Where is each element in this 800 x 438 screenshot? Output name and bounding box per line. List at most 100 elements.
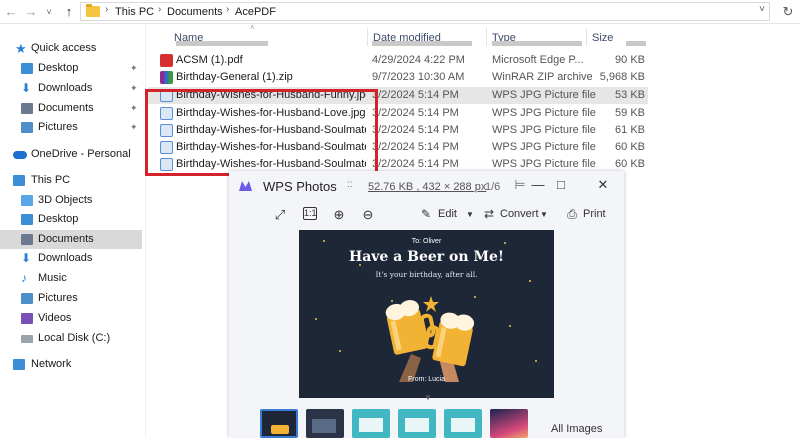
address-dropdown-icon[interactable]: ˅ — [759, 4, 765, 15]
main-photo: To: Oliver Have a Beer on Me! It's your … — [299, 230, 554, 398]
sidebar-item-downloads-pc[interactable]: ⬇ Downloads — [0, 249, 142, 268]
print-button[interactable]: Print — [583, 207, 606, 222]
breadcrumb-this-pc[interactable]: This PC — [115, 5, 154, 19]
file-size: 61 KB — [615, 124, 645, 136]
pin-icon[interactable]: ✦ — [130, 79, 138, 98]
sidebar-item-local-disk[interactable]: Local Disk (C:) — [0, 329, 142, 348]
desktop-icon — [21, 214, 33, 225]
viewer-title: WPS Photos — [263, 179, 337, 194]
sidebar-label: Videos — [38, 312, 72, 324]
thumbnail-6[interactable] — [490, 409, 528, 438]
zoom-in-icon[interactable]: ⊕ — [331, 207, 347, 222]
sidebar-quick-access[interactable]: ★ Quick access — [0, 39, 142, 58]
sidebar-label: Music — [38, 272, 67, 284]
file-date: 4/29/2024 4:22 PM — [372, 54, 465, 66]
cube-icon — [21, 195, 33, 206]
wps-photos-window: WPS Photos :: 52.76 KB , 432 × 288 px 1/… — [229, 171, 624, 438]
sidebar-label: OneDrive - Personal — [31, 148, 131, 160]
network-icon — [13, 359, 25, 370]
sidebar-item-desktop[interactable]: Desktop ✦ — [0, 59, 142, 78]
arrow-left-icon[interactable]: ← — [2, 3, 20, 21]
address-bar[interactable]: › This PC › Documents › AcePDF ˅ — [80, 2, 770, 21]
thumbnail-5[interactable] — [444, 409, 482, 438]
file-row-partial[interactable] — [148, 39, 648, 48]
edit-button[interactable]: Edit — [438, 207, 457, 222]
sidebar-item-3d-objects[interactable]: 3D Objects — [0, 191, 142, 210]
sidebar-item-videos[interactable]: Videos — [0, 309, 142, 328]
file-type: WinRAR ZIP archive — [492, 71, 593, 83]
sidebar-label: Desktop — [38, 62, 79, 74]
sidebar-label: Documents — [38, 233, 94, 245]
breadcrumb-acepdf[interactable]: AcePDF — [235, 5, 276, 19]
sidebar-item-desktop-pc[interactable]: Desktop — [0, 210, 142, 229]
file-row[interactable]: Birthday-General (1).zip 9/7/2023 10:30 … — [148, 69, 648, 86]
sidebar-item-network[interactable]: Network — [0, 355, 142, 374]
card-subtitle: It's your birthday, after all. — [375, 270, 478, 279]
download-icon: ⬇ — [21, 251, 32, 265]
file-size: 5,968 KB — [599, 71, 645, 83]
sidebar-item-this-pc[interactable]: This PC — [0, 171, 142, 190]
more-icon[interactable]: :: — [347, 179, 353, 190]
file-date: 3/2/2024 5:14 PM — [372, 141, 459, 153]
chevron-down-icon[interactable]: ▼ — [536, 207, 552, 222]
page-indicator: 1/6 — [485, 181, 501, 193]
documents-icon — [21, 103, 33, 114]
file-row[interactable]: ACSM (1).pdf 4/29/2024 4:22 PM Microsoft… — [148, 52, 648, 69]
close-icon[interactable]: ✕ — [595, 177, 611, 193]
maximize-icon[interactable]: □ — [553, 177, 569, 193]
sidebar-label: This PC — [31, 174, 71, 186]
disk-icon — [21, 335, 33, 343]
chevron-down-icon[interactable]: ▼ — [462, 207, 478, 222]
actual-size-icon[interactable]: 1:1 — [303, 207, 317, 220]
convert-icon[interactable]: ⇄ — [481, 207, 497, 222]
file-type: Microsoft Edge P... — [492, 54, 584, 66]
file-type: WPS JPG Picture file — [492, 107, 596, 119]
file-type: WPS JPG Picture file — [492, 89, 596, 101]
sidebar-item-downloads[interactable]: ⬇ Downloads ✦ — [0, 79, 142, 98]
sort-caret-icon: ˄ — [250, 23, 255, 32]
sidebar-item-documents[interactable]: Documents ✦ — [0, 99, 142, 118]
thumbnail-2[interactable] — [306, 409, 344, 438]
sidebar-item-music[interactable]: ♪ Music — [0, 269, 142, 288]
pin-icon[interactable]: ✦ — [130, 59, 138, 78]
sidebar-label: 3D Objects — [38, 194, 93, 206]
convert-button[interactable]: Convert — [500, 207, 539, 222]
computer-icon — [13, 175, 25, 186]
pdf-icon — [160, 54, 173, 67]
fit-screen-icon[interactable]: ⤢ — [272, 207, 288, 222]
star-icon: ★ — [15, 41, 27, 56]
pin-icon[interactable]: ✦ — [130, 99, 138, 118]
sidebar-item-onedrive[interactable]: OneDrive - Personal — [0, 145, 142, 164]
arrow-up-icon[interactable]: ↑ — [60, 3, 78, 21]
thumbnail-4[interactable] — [398, 409, 436, 438]
file-type: WPS JPG Picture file — [492, 141, 596, 153]
all-images-button[interactable]: All Images — [551, 423, 602, 435]
sidebar-item-documents-pc[interactable]: Documents — [0, 230, 142, 249]
thumbnail-3[interactable] — [352, 409, 390, 438]
file-size: 59 KB — [615, 107, 645, 119]
image-info[interactable]: 52.76 KB , 432 × 288 px — [368, 181, 486, 193]
pin-icon[interactable]: ⊨ — [512, 177, 528, 193]
pictures-icon — [21, 122, 33, 133]
sidebar-label: Desktop — [38, 213, 79, 225]
navigation-pane: ★ Quick access Desktop ✦ ⬇ Downloads ✦ D… — [0, 24, 146, 438]
zoom-out-icon[interactable]: ⊖ — [360, 207, 376, 222]
sidebar-item-pictures-pc[interactable]: Pictures — [0, 289, 142, 308]
sidebar-item-pictures[interactable]: Pictures ✦ — [0, 118, 142, 137]
sidebar-label: Downloads — [38, 82, 93, 94]
edit-icon[interactable]: ✎ — [418, 207, 434, 222]
thumbnail-1[interactable] — [260, 409, 298, 438]
file-type: WPS JPG Picture file — [492, 124, 596, 136]
wps-photos-logo-icon — [239, 181, 252, 191]
file-date: 3/2/2024 5:14 PM — [372, 107, 459, 119]
collapse-thumbnails-icon[interactable]: ▼ — [424, 393, 432, 402]
file-size: 60 KB — [615, 141, 645, 153]
printer-icon[interactable]: ⎙ — [564, 207, 580, 222]
pin-icon[interactable]: ✦ — [130, 118, 138, 137]
breadcrumb-documents[interactable]: Documents — [167, 5, 223, 19]
chevron-down-icon[interactable]: ˅ — [40, 3, 58, 21]
refresh-icon[interactable]: ↻ — [779, 3, 797, 21]
minimize-icon[interactable]: — — [530, 177, 546, 193]
arrow-right-icon[interactable]: → — [22, 3, 40, 21]
sidebar-label: Pictures — [38, 292, 78, 304]
